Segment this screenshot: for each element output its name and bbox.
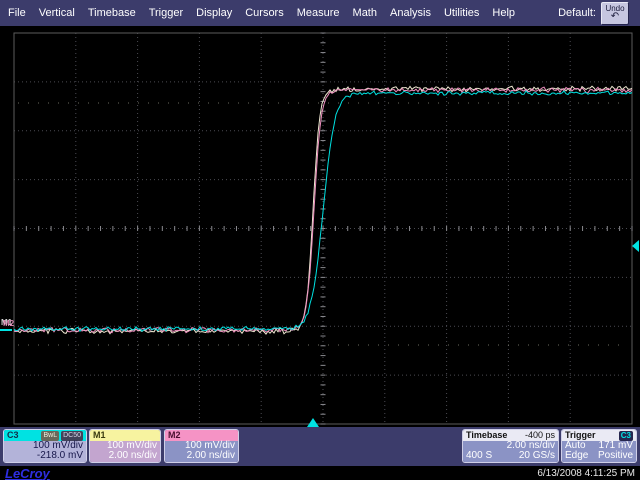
trigger-level-marker[interactable] — [632, 240, 639, 252]
trigger-slope: Positive — [598, 451, 633, 461]
menu-item-utilities[interactable]: Utilities — [444, 7, 479, 19]
trace-c3 — [14, 91, 632, 331]
undo-button[interactable]: Undo ↶ — [601, 2, 629, 25]
coupling-badge: DC50 — [61, 431, 83, 441]
status-panel: C3 BwL DC50 100 mV/div -218.0 mV M1 100 … — [0, 427, 640, 466]
menu-item-file[interactable]: File — [8, 7, 26, 19]
trace-edge-label-m2: M2 — [3, 319, 15, 328]
timebase-title: Timebase — [466, 430, 507, 441]
lecroy-logo: LeCroy — [5, 466, 50, 480]
menu-item-math[interactable]: Math — [353, 7, 377, 19]
timebase-descriptor[interactable]: Timebase -400 ps 2.00 ns/div 400 S 20 GS… — [462, 429, 559, 463]
c3-offset: -218.0 mV — [7, 451, 83, 461]
m2-time-per-div: 2.00 ns/div — [168, 451, 235, 461]
trigger-position-marker[interactable] — [307, 418, 319, 427]
m1-label: M1 — [93, 430, 106, 441]
undo-arrow-icon: ↶ — [611, 12, 619, 22]
default-setup-label: Default: — [558, 7, 596, 19]
menu-item-display[interactable]: Display — [196, 7, 232, 19]
trace-descriptor-m1[interactable]: M1 100 mV/div 2.00 ns/div — [89, 429, 161, 463]
menu-item-analysis[interactable]: Analysis — [390, 7, 431, 19]
trace-descriptor-m2[interactable]: M2 100 mV/div 2.00 ns/div — [164, 429, 239, 463]
trigger-type: Edge — [565, 451, 588, 461]
menu-item-vertical[interactable]: Vertical — [39, 7, 75, 19]
m1-time-per-div: 2.00 ns/div — [93, 451, 157, 461]
footer-bar: LeCroy 6/13/2008 4:11:25 PM — [0, 466, 640, 480]
menubar-right: Default: Undo ↶ — [558, 2, 640, 25]
waveform-plot: M1 M2 — [0, 0, 640, 480]
c3-label: C3 — [7, 430, 19, 441]
trigger-descriptor[interactable]: Trigger C3 Auto 171 mV Edge Positive — [561, 429, 637, 463]
menu-item-cursors[interactable]: Cursors — [245, 7, 284, 19]
menu-item-measure[interactable]: Measure — [297, 7, 340, 19]
channel-descriptor-c3[interactable]: C3 BwL DC50 100 mV/div -218.0 mV — [3, 429, 87, 463]
menu-item-timebase[interactable]: Timebase — [88, 7, 136, 19]
menu-item-help[interactable]: Help — [492, 7, 515, 19]
oscilloscope-screen: M1 M2 File Vertical Timebase Trigger Disp… — [0, 0, 640, 480]
menu-bar: File Vertical Timebase Trigger Display C… — [0, 0, 640, 26]
trigger-source-badge: C3 — [619, 431, 633, 441]
timebase-samples: 400 S — [466, 451, 492, 461]
m2-label: M2 — [168, 430, 181, 441]
menu-item-trigger[interactable]: Trigger — [149, 7, 183, 19]
bandwidth-limit-badge: BwL — [41, 431, 59, 441]
datetime-display: 6/13/2008 4:11:25 PM — [537, 468, 635, 479]
timebase-sample-rate: 20 GS/s — [519, 451, 555, 461]
